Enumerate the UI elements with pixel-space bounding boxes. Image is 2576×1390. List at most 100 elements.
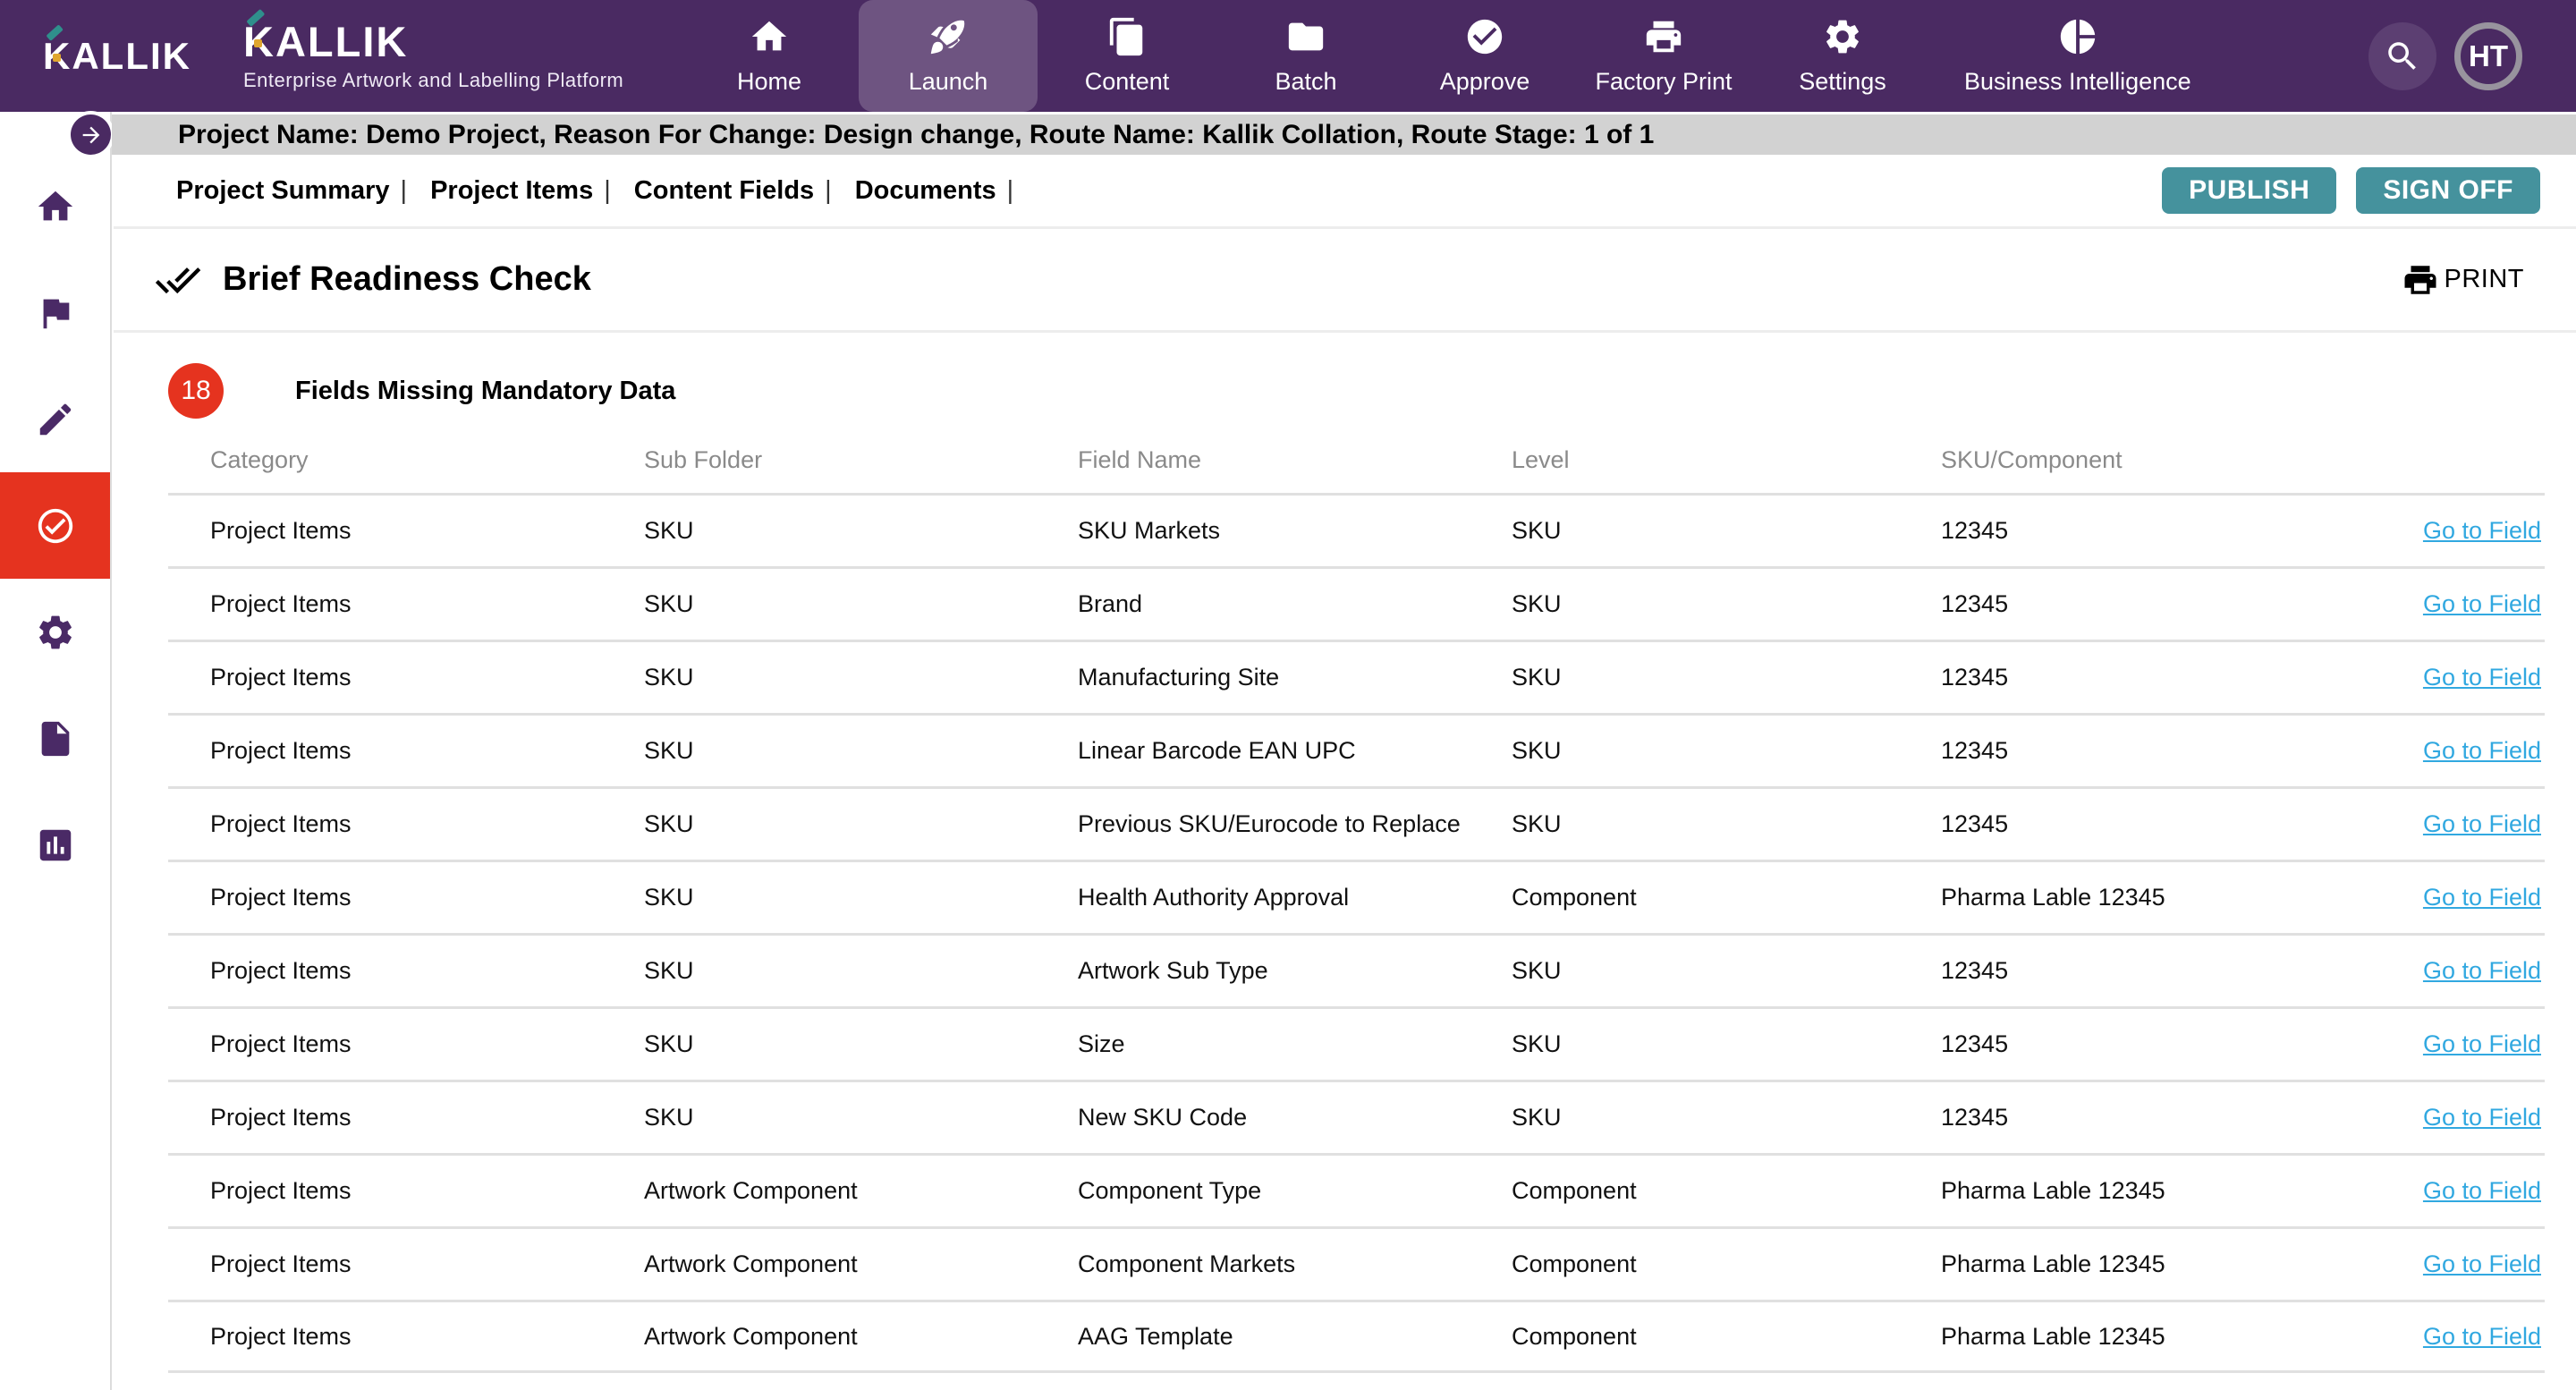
- cell-sub-folder: SKU: [644, 664, 1078, 691]
- go-to-field-link[interactable]: Go to Field: [2423, 590, 2545, 618]
- cell-field-name: Component Type: [1078, 1177, 1512, 1205]
- cell-level: SKU: [1512, 590, 1941, 618]
- section-title: Fields Missing Mandatory Data: [295, 377, 675, 406]
- cell-level: Component: [1512, 1323, 1941, 1351]
- sidebar-item-reports[interactable]: [0, 792, 110, 898]
- kallik-k-mark: K: [43, 35, 72, 78]
- table-header-row: Category Sub Folder Field Name Level SKU…: [168, 428, 2545, 493]
- printer-icon: [1643, 16, 1684, 57]
- sidebar-item-readiness-check[interactable]: [0, 472, 110, 579]
- sidebar-item-documents[interactable]: [0, 685, 110, 792]
- nav-item-business-intelligence[interactable]: Business Intelligence: [1932, 0, 2224, 112]
- go-to-field-link[interactable]: Go to Field: [2423, 1323, 2545, 1351]
- go-to-field-link[interactable]: Go to Field: [2423, 517, 2545, 545]
- column-header-category: Category: [210, 446, 644, 474]
- cell-sku-component: 12345: [1941, 810, 2361, 838]
- cell-category: Project Items: [210, 1323, 644, 1351]
- user-avatar[interactable]: HT: [2454, 22, 2522, 90]
- cell-level: Component: [1512, 1177, 1941, 1205]
- sidebar-item-flag[interactable]: [0, 259, 110, 366]
- tab-separator: |: [604, 176, 611, 206]
- cell-sku-component: 12345: [1941, 1104, 2361, 1131]
- cell-category: Project Items: [210, 1177, 644, 1205]
- search-button[interactable]: [2368, 22, 2436, 90]
- tab-actions: PUBLISH SIGN OFF: [2162, 167, 2540, 214]
- nav-label: Approve: [1440, 68, 1530, 96]
- nav-item-approve[interactable]: Approve: [1395, 0, 1574, 112]
- sign-off-button[interactable]: SIGN OFF: [2356, 167, 2540, 214]
- cell-category: Project Items: [210, 590, 644, 618]
- cell-sub-folder: SKU: [644, 957, 1078, 985]
- go-to-field-link[interactable]: Go to Field: [2423, 810, 2545, 838]
- tab-project-items[interactable]: Project Items |: [430, 176, 611, 206]
- cell-category: Project Items: [210, 1030, 644, 1058]
- cell-sub-folder: SKU: [644, 1104, 1078, 1131]
- go-to-field-link[interactable]: Go to Field: [2423, 1030, 2545, 1058]
- cell-sku-component: 12345: [1941, 1030, 2361, 1058]
- nav-item-content[interactable]: Content: [1038, 0, 1216, 112]
- nav-item-settings[interactable]: Settings: [1753, 0, 1932, 112]
- sidebar-item-settings[interactable]: [0, 579, 110, 685]
- cell-category: Project Items: [210, 737, 644, 765]
- go-to-field-link[interactable]: Go to Field: [2423, 957, 2545, 985]
- publish-button[interactable]: PUBLISH: [2162, 167, 2336, 214]
- kallik-logo-compact-text: ALLIK: [72, 35, 191, 77]
- table-row: Project Items Artwork Component AAG Temp…: [168, 1300, 2545, 1373]
- nav-right: HT: [2368, 0, 2576, 112]
- gear-icon: [1822, 16, 1863, 57]
- go-to-field-link[interactable]: Go to Field: [2423, 1104, 2545, 1131]
- documents-icon: [1106, 16, 1148, 57]
- cell-level: SKU: [1512, 957, 1941, 985]
- nav-label: Batch: [1275, 68, 1336, 96]
- go-to-field-link[interactable]: Go to Field: [2423, 884, 2545, 911]
- cell-field-name: Linear Barcode EAN UPC: [1078, 737, 1512, 765]
- tab-project-summary[interactable]: Project Summary |: [176, 176, 407, 206]
- table-row: Project Items SKU Size SKU 12345 Go to F…: [168, 1006, 2545, 1080]
- nav-item-home[interactable]: Home: [680, 0, 859, 112]
- table-row: Project Items Artwork Component Componen…: [168, 1226, 2545, 1300]
- cell-sub-folder: Artwork Component: [644, 1323, 1078, 1351]
- flag-icon: [35, 292, 76, 334]
- primary-nav: Home Launch Content Batch Approve Factor…: [680, 0, 2224, 112]
- go-to-field-link[interactable]: Go to Field: [2423, 664, 2545, 691]
- brand-area: KALLIK KALLIK Enterprise Artwork and Lab…: [0, 0, 680, 112]
- nav-label: Content: [1085, 68, 1170, 96]
- table-row: Project Items SKU Artwork Sub Type SKU 1…: [168, 933, 2545, 1006]
- cell-category: Project Items: [210, 517, 644, 545]
- cell-sub-folder: SKU: [644, 810, 1078, 838]
- kallik-logo-compact: KALLIK: [43, 35, 191, 78]
- nav-label: Settings: [1799, 68, 1886, 96]
- missing-fields-table: Category Sub Folder Field Name Level SKU…: [168, 428, 2545, 1373]
- go-to-field-link[interactable]: Go to Field: [2423, 1177, 2545, 1205]
- nav-label: Home: [737, 68, 801, 96]
- pie-chart-icon: [2057, 16, 2098, 57]
- table-body: Project Items SKU SKU Markets SKU 12345 …: [168, 493, 2545, 1373]
- tab-content-fields[interactable]: Content Fields |: [634, 176, 832, 206]
- nav-label: Launch: [909, 68, 988, 96]
- top-nav: KALLIK KALLIK Enterprise Artwork and Lab…: [0, 0, 2576, 112]
- nav-item-launch[interactable]: Launch: [859, 0, 1038, 112]
- cell-field-name: AAG Template: [1078, 1323, 1512, 1351]
- home-icon: [749, 16, 790, 57]
- sidebar-item-edit[interactable]: [0, 366, 110, 472]
- sidebar-expand-button[interactable]: [71, 114, 111, 155]
- table-row: Project Items SKU Linear Barcode EAN UPC…: [168, 713, 2545, 786]
- tab-separator: |: [825, 176, 832, 206]
- nav-item-batch[interactable]: Batch: [1216, 0, 1395, 112]
- printer-icon: [2402, 261, 2439, 299]
- sidebar-item-home[interactable]: [0, 153, 110, 259]
- go-to-field-link[interactable]: Go to Field: [2423, 737, 2545, 765]
- cell-level: Component: [1512, 884, 1941, 911]
- tab-documents[interactable]: Documents |: [855, 176, 1013, 206]
- cell-field-name: Artwork Sub Type: [1078, 957, 1512, 985]
- cell-sub-folder: Artwork Component: [644, 1250, 1078, 1278]
- column-header-field-name: Field Name: [1078, 446, 1512, 474]
- cell-sub-folder: SKU: [644, 590, 1078, 618]
- nav-item-factory-print[interactable]: Factory Print: [1574, 0, 1753, 112]
- cell-level: SKU: [1512, 517, 1941, 545]
- go-to-field-link[interactable]: Go to Field: [2423, 1250, 2545, 1278]
- cell-level: SKU: [1512, 1030, 1941, 1058]
- cell-sub-folder: Artwork Component: [644, 1177, 1078, 1205]
- nav-label: Factory Print: [1595, 68, 1732, 96]
- print-button[interactable]: PRINT: [2402, 261, 2525, 299]
